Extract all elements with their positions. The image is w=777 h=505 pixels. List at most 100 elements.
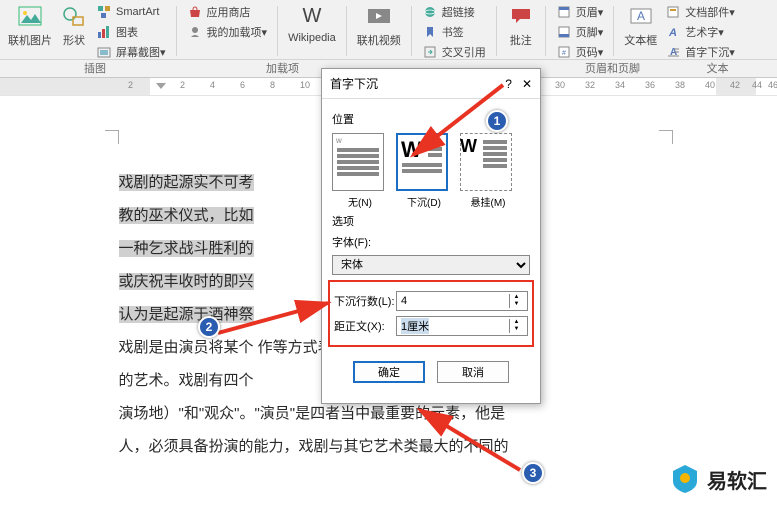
text: 演场地）"和"观众"。"演员"是四者当中最重要的元素，他是: [119, 405, 506, 422]
label: 批注: [510, 32, 532, 48]
text-selected: 认为是起源于酒神祭: [119, 306, 254, 323]
doc-parts-button[interactable]: 文档部件 ▾: [665, 4, 735, 20]
link-icon: [422, 4, 438, 20]
svg-text:A: A: [637, 9, 645, 23]
addins-icon: [187, 24, 203, 40]
smartart-button[interactable]: SmartArt: [96, 4, 166, 20]
comment-icon: [507, 2, 535, 30]
dropcap-dialog: 首字下沉 ? ✕ 位置 w 无(N) W 下沉(D) W 悬挂(M) 选项 字体…: [321, 68, 541, 404]
label: 联机图片: [8, 32, 52, 48]
screenshot-button[interactable]: 屏幕截图 ▾: [96, 44, 166, 60]
label: 下沉(D): [407, 198, 441, 209]
watermark-text: 易软汇: [707, 465, 767, 494]
help-button[interactable]: ?: [505, 77, 512, 91]
text-selected: 戏剧的起源实不可考: [119, 174, 254, 191]
label: 艺术字: [685, 24, 718, 40]
ruler-tick: 2: [180, 80, 185, 90]
position-margin[interactable]: W 悬挂(M): [460, 133, 516, 209]
cancel-button[interactable]: 取消: [437, 361, 509, 383]
close-button[interactable]: ✕: [522, 77, 532, 91]
page-corner-tr: [659, 130, 673, 144]
ruler-tick: 6: [240, 80, 245, 90]
bookmark-icon: [422, 24, 438, 40]
ruler-tick: 30: [555, 80, 565, 90]
chart-button[interactable]: 图表: [96, 24, 166, 40]
watermark-icon: [669, 463, 701, 495]
crossref-button[interactable]: 交叉引用: [422, 44, 486, 60]
smartart-icon: [96, 4, 112, 20]
text: 人，必须具备扮演的能力，戏剧与其它艺术类最大的不同的: [119, 438, 509, 455]
label: 无(N): [348, 198, 372, 209]
ruler-tick: 40: [705, 80, 715, 90]
annotation-badge-1: 1: [486, 110, 508, 132]
page-corner-tl: [105, 130, 119, 144]
dialog-titlebar[interactable]: 首字下沉 ? ✕: [322, 69, 540, 99]
text-selected: 教的巫术仪式，比如: [119, 207, 254, 224]
spinner-buttons[interactable]: ▲▼: [509, 294, 523, 308]
textbox-button[interactable]: A 文本框: [624, 2, 657, 48]
crossref-icon: [422, 44, 438, 60]
position-none[interactable]: w 无(N): [332, 133, 388, 209]
header-button[interactable]: 页眉 ▾: [556, 4, 604, 20]
svg-text:A: A: [668, 27, 677, 39]
wikipedia-button[interactable]: W Wikipedia: [288, 2, 336, 44]
dialog-title: 首字下沉: [330, 75, 378, 92]
label: SmartArt: [116, 6, 159, 18]
comment-button[interactable]: 批注: [507, 2, 535, 48]
group-illustrations: 插图: [0, 60, 190, 77]
bookmark-button[interactable]: 书签: [422, 24, 486, 40]
distance-input[interactable]: 1厘米 ▲▼: [396, 316, 528, 336]
ruler-tick: 10: [300, 80, 310, 90]
online-video-button[interactable]: 联机视频: [357, 2, 401, 48]
font-select[interactable]: 宋体: [332, 255, 530, 275]
label: 书签: [442, 24, 464, 40]
label: 页码: [576, 44, 598, 60]
ruler-tick: 42: [730, 80, 740, 90]
shapes-icon: [60, 2, 88, 30]
wikipedia-icon: W: [298, 2, 326, 30]
ruler-indent-marker[interactable]: [156, 83, 166, 89]
label: 页眉: [576, 4, 598, 20]
annotation-badge-2: 2: [198, 316, 220, 338]
ruler-tick: 32: [585, 80, 595, 90]
label: 超链接: [442, 4, 475, 20]
my-addins-button[interactable]: 我的加载项 ▾: [187, 24, 268, 40]
hyperlink-button[interactable]: 超链接: [422, 4, 486, 20]
value: 1厘米: [401, 318, 429, 334]
ruler-tick: 2: [128, 80, 133, 90]
ruler-tick: 46: [768, 80, 777, 90]
lines-label: 下沉行数(L):: [334, 293, 396, 309]
label: 形状: [63, 32, 85, 48]
wordart-button[interactable]: A艺术字 ▾: [665, 24, 735, 40]
app-store-button[interactable]: 应用商店: [187, 4, 268, 20]
dropcap-icon: A: [665, 44, 681, 60]
section-options-label: 选项: [332, 213, 530, 229]
page-number-button[interactable]: #页码 ▾: [556, 44, 604, 60]
footer-button[interactable]: 页脚 ▾: [556, 24, 604, 40]
ruler-tick: 34: [615, 80, 625, 90]
text-selected: 一种乞求战斗胜利的: [119, 240, 254, 257]
wordart-icon: A: [665, 24, 681, 40]
value: 4: [401, 295, 407, 307]
label: 屏幕截图: [116, 44, 160, 60]
pagenum-icon: #: [556, 44, 572, 60]
ruler-tick: 36: [645, 80, 655, 90]
spinner-buttons[interactable]: ▲▼: [509, 319, 523, 333]
dropcap-button[interactable]: A首字下沉 ▾: [665, 44, 735, 60]
ok-button[interactable]: 确定: [353, 361, 425, 383]
label: 交叉引用: [442, 44, 486, 60]
ribbon: 联机图片 形状 SmartArt 图表 屏幕截图 ▾ 应用商店 我的加载项 ▾ …: [0, 0, 777, 60]
shapes-button[interactable]: 形状: [60, 2, 88, 48]
text: 的艺术。戏剧有四个: [119, 372, 254, 389]
position-dropped[interactable]: W 下沉(D): [396, 133, 452, 209]
label: 悬挂(M): [471, 198, 506, 209]
label: 应用商店: [207, 4, 251, 20]
docparts-icon: [665, 4, 681, 20]
online-pictures-button[interactable]: 联机图片: [8, 2, 52, 48]
label: 联机视频: [357, 32, 401, 48]
lines-input[interactable]: 4 ▲▼: [396, 291, 528, 311]
svg-text:#: #: [562, 50, 566, 57]
ruler-tick: 44: [752, 80, 762, 90]
video-icon: [365, 2, 393, 30]
label: 我的加载项: [207, 24, 262, 40]
